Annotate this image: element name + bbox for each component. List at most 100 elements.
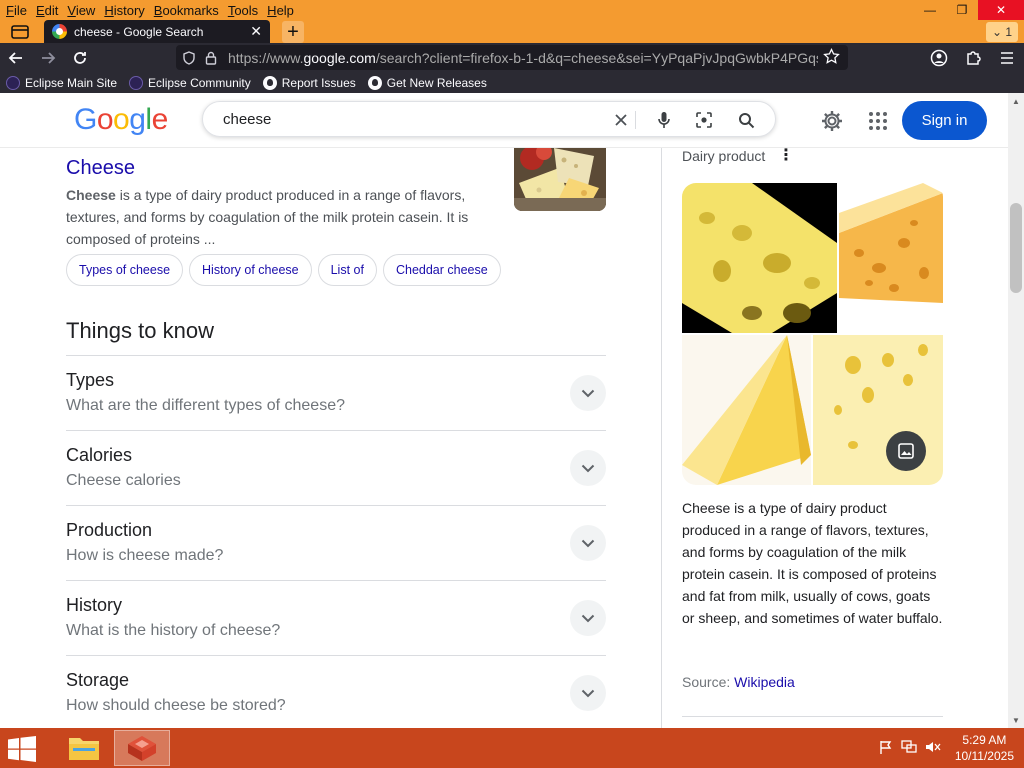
chip-list-of[interactable]: List of [317, 254, 377, 286]
menu-history[interactable]: History [104, 3, 144, 18]
sign-in-button[interactable]: Sign in [902, 101, 987, 140]
search-box[interactable]: cheese [202, 101, 776, 137]
flag-icon[interactable] [879, 740, 893, 757]
chip-types-of-cheese[interactable]: Types of cheese [66, 254, 184, 286]
address-bar[interactable]: https://www.google.com/search?client=fir… [176, 45, 848, 70]
google-favicon-icon [52, 24, 67, 39]
taskbar-clock[interactable]: 5:29 AM 10/11/2025 [955, 732, 1014, 764]
result-title-link[interactable]: Cheese [66, 157, 135, 180]
scrollbar-thumb[interactable] [1010, 203, 1022, 293]
bookmark-report-issues[interactable]: Report Issues [262, 75, 356, 90]
back-button[interactable] [0, 44, 32, 72]
cheese-image-1[interactable] [682, 183, 837, 333]
menu-view[interactable]: View [67, 3, 95, 18]
reload-icon [74, 51, 86, 64]
clock-time: 5:29 AM [962, 733, 1007, 747]
faq-item-types[interactable]: Types What are the different types of ch… [66, 355, 606, 430]
clear-search-icon[interactable] [611, 110, 631, 130]
camera-lens-icon[interactable] [694, 110, 714, 130]
menu-edit[interactable]: Edit [36, 3, 58, 18]
bookmark-eclipse-main-site[interactable]: Eclipse Main Site [6, 75, 117, 90]
github-icon [262, 75, 277, 90]
chevron-down-icon[interactable] [570, 375, 606, 411]
tab-count-button[interactable]: ⌄ 1 [986, 22, 1018, 42]
minimize-button[interactable]: — [914, 0, 946, 20]
app-cube-icon [128, 736, 156, 761]
menu-help[interactable]: Help [267, 3, 294, 18]
things-to-know-heading: Things to know [66, 318, 214, 343]
menu-bookmarks[interactable]: Bookmarks [154, 3, 219, 18]
reload-button[interactable] [64, 44, 96, 72]
tab-list-button[interactable] [8, 22, 32, 42]
faq-item-storage[interactable]: Storage How should cheese be stored? [66, 655, 606, 728]
google-header: Google cheese Sign in [0, 93, 1008, 148]
search-icon[interactable] [736, 110, 756, 130]
faq-item-calories[interactable]: Calories Cheese calories [66, 430, 606, 505]
tab-google-search[interactable]: cheese - Google Search ✕ [44, 20, 270, 43]
faq-title: Production [66, 520, 153, 540]
browser-chrome: File Edit View History Bookmarks Tools H… [0, 0, 1024, 93]
cheese-platter-image [514, 138, 606, 211]
menu-file[interactable]: File [6, 3, 27, 18]
microphone-icon[interactable] [654, 110, 674, 130]
folder-icon [69, 738, 99, 760]
app-taskbar-button-active[interactable] [114, 730, 170, 766]
google-logo[interactable]: Google [74, 103, 168, 137]
app-menu-button[interactable] [990, 51, 1024, 65]
scroll-up-icon[interactable]: ▲ [1008, 93, 1024, 109]
cheese-image-2[interactable] [839, 183, 943, 333]
faq-item-history[interactable]: History What is the history of cheese? [66, 580, 606, 655]
search-results: Cheese Cheese is a type of dairy product… [0, 138, 640, 728]
result-chips: Types of cheese History of cheese List o… [66, 254, 507, 286]
image-icon [898, 443, 914, 459]
chevron-down-icon[interactable] [570, 600, 606, 636]
close-tab-icon[interactable]: ✕ [250, 23, 262, 40]
settings-gear-icon[interactable] [820, 109, 844, 138]
network-icon[interactable] [901, 739, 917, 757]
wikipedia-link[interactable]: Wikipedia [734, 674, 795, 690]
shield-icon[interactable] [182, 50, 196, 65]
extensions-button[interactable] [956, 49, 990, 66]
github-icon [367, 75, 382, 90]
close-window-button[interactable]: ✕ [978, 0, 1024, 20]
bookmark-get-new-releases[interactable]: Get New Releases [367, 75, 487, 90]
scroll-down-icon[interactable]: ▼ [1008, 712, 1024, 728]
result-thumbnail[interactable] [514, 138, 606, 211]
speaker-muted-icon[interactable] [925, 740, 941, 757]
faq-item-production[interactable]: Production How is cheese made? [66, 505, 606, 580]
url-domain: google.com [303, 49, 376, 66]
knowledge-panel-images[interactable] [682, 183, 943, 485]
lock-icon[interactable] [204, 51, 218, 65]
bookmark-star-icon[interactable] [823, 48, 840, 65]
new-tab-button[interactable]: + [282, 21, 304, 43]
faq-subtitle: Cheese calories [66, 472, 181, 489]
bookmark-label: Report Issues [281, 75, 356, 90]
forward-button[interactable] [32, 44, 64, 72]
google-apps-icon[interactable] [868, 111, 888, 136]
page-scrollbar[interactable]: ▲ ▼ [1008, 93, 1024, 728]
faq-subtitle: How should cheese be stored? [66, 697, 286, 714]
chevron-down-icon[interactable] [570, 450, 606, 486]
url-text: https://www.google.com/search?client=fir… [228, 50, 818, 66]
faq-subtitle: What is the history of cheese? [66, 622, 281, 639]
start-button[interactable] [8, 736, 38, 762]
search-input[interactable]: cheese [223, 111, 271, 128]
source-label: Source: [682, 674, 731, 690]
file-explorer-taskbar-button[interactable] [56, 730, 112, 766]
menu-tools[interactable]: Tools [228, 3, 258, 18]
chip-cheddar-cheese[interactable]: Cheddar cheese [382, 254, 501, 286]
view-images-button[interactable] [886, 431, 926, 471]
bookmark-label: Get New Releases [386, 75, 487, 90]
chevron-down-icon[interactable] [570, 525, 606, 561]
account-button[interactable] [922, 49, 956, 67]
cheese-image-4[interactable] [813, 335, 943, 485]
result-snippet: Cheese is a type of dairy product produc… [66, 184, 496, 250]
tab-list-icon [11, 25, 29, 39]
eclipse-icon [6, 75, 20, 90]
chip-history-of-cheese[interactable]: History of cheese [189, 254, 312, 286]
bookmark-eclipse-community[interactable]: Eclipse Community [129, 75, 251, 90]
more-options-icon[interactable]: ⋮ [778, 145, 794, 165]
restore-button[interactable]: ❐ [946, 0, 978, 20]
chevron-down-icon[interactable] [570, 675, 606, 711]
cheese-image-3[interactable] [682, 335, 811, 485]
